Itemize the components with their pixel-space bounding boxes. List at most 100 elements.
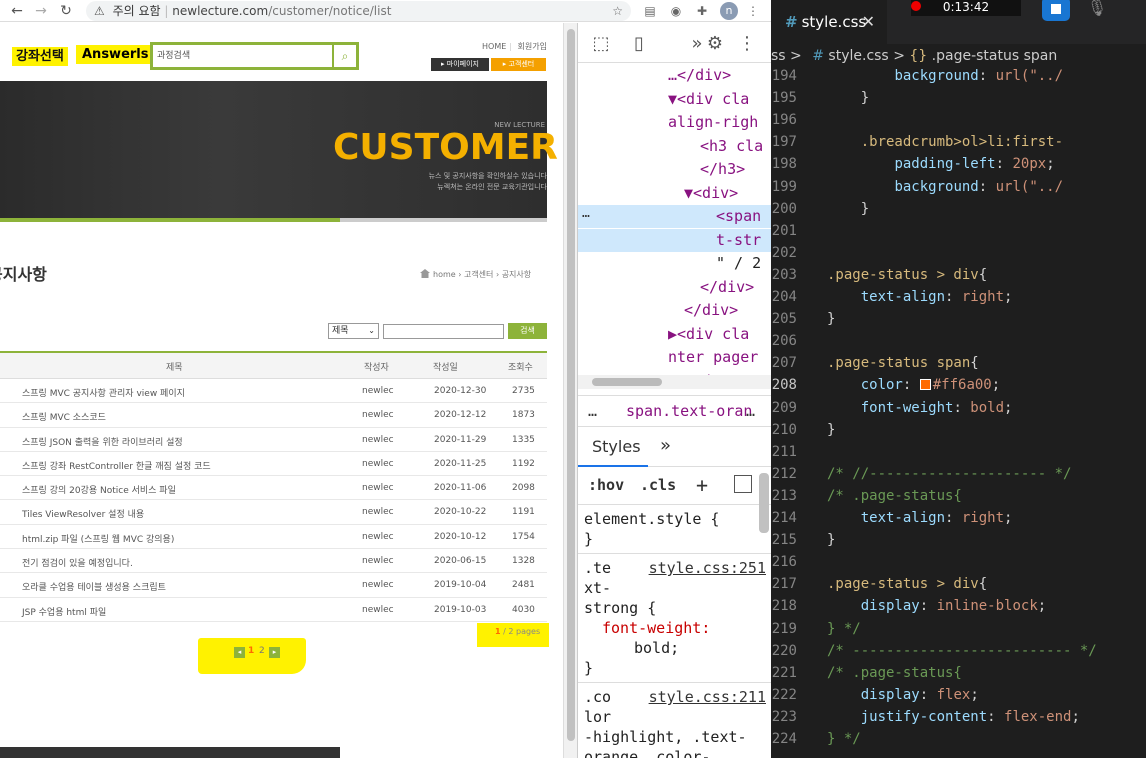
- source-link[interactable]: style.css:251: [649, 558, 766, 578]
- search-query-input[interactable]: [383, 324, 504, 339]
- dom-node-line[interactable]: </h3>: [578, 158, 771, 181]
- page-scrollbar-thumb[interactable]: [567, 29, 575, 741]
- hov-toggle[interactable]: :hov: [588, 467, 624, 503]
- home-link[interactable]: HOME: [482, 42, 506, 51]
- search-icon[interactable]: ⌕: [332, 45, 356, 67]
- styles-scrollbar[interactable]: [759, 473, 769, 533]
- dom-node-line[interactable]: </div>: [578, 299, 771, 322]
- table-row[interactable]: 스프링 MVC 공지사항 관리자 view 페이지 newlec 2020-12-3…: [0, 379, 547, 404]
- code-line[interactable]: /* .page-status{: [827, 665, 962, 681]
- row-title[interactable]: html.zip 파일 (스프링 웹 MVC 강의용): [22, 532, 174, 545]
- customer-center-button[interactable]: ▸ 고객센터: [491, 58, 546, 71]
- source-link[interactable]: style.css:211: [649, 687, 766, 707]
- table-row[interactable]: 전기 점검이 있을 예정입니다. newlec 2020-06-15 1328: [0, 549, 547, 574]
- table-row[interactable]: Tiles ViewResolver 설정 내용 newlec 2020-10-22…: [0, 500, 547, 525]
- code-line[interactable]: text-align: right;: [827, 289, 1013, 305]
- code-line[interactable]: } */: [827, 731, 861, 747]
- device-toggle-icon[interactable]: ▯: [628, 33, 650, 55]
- bookmark-star-icon[interactable]: ☆: [612, 1, 623, 21]
- code-line[interactable]: .page-status > div{: [827, 267, 987, 283]
- code-line[interactable]: /* //--------------------- */: [827, 466, 1071, 482]
- dom-node-line[interactable]: " / 2: [578, 252, 771, 275]
- table-row[interactable]: 스프링 MVC 소스코드 newlec 2020-12-12 1873: [0, 403, 547, 428]
- reload-icon[interactable]: ↻: [57, 2, 75, 20]
- row-title[interactable]: 스프링 강의 20강용 Notice 서비스 파일: [22, 483, 176, 496]
- back-arrow-icon[interactable]: ←: [8, 2, 26, 20]
- crumb-more-left[interactable]: …: [588, 396, 597, 426]
- close-icon[interactable]: ✕: [862, 0, 875, 44]
- code-line[interactable]: display: flex;: [827, 687, 979, 703]
- search-button[interactable]: 검색: [508, 323, 547, 339]
- code-line[interactable]: /* .page-status{: [827, 488, 962, 504]
- code-line[interactable]: font-weight: bold;: [827, 400, 1013, 416]
- row-title[interactable]: Tiles ViewResolver 설정 내용: [22, 507, 144, 520]
- course-search-input[interactable]: 과정검색: [157, 48, 190, 61]
- bread-symbol[interactable]: .page-status span: [932, 48, 1058, 64]
- table-row[interactable]: html.zip 파일 (스프링 웹 MVC 강의용) newlec 2020-10…: [0, 525, 547, 550]
- inspect-element-icon[interactable]: ⬚: [590, 33, 612, 55]
- elements-hscroll[interactable]: [578, 375, 771, 389]
- code-line[interactable]: justify-content: flex-end;: [827, 709, 1080, 725]
- row-title[interactable]: JSP 수업용 html 파일: [22, 605, 106, 618]
- code-line[interactable]: /* -------------------------- */: [827, 643, 1097, 659]
- row-title[interactable]: 스프링 MVC 소스코드: [22, 410, 106, 423]
- tab-style-css[interactable]: # style.css ✕: [771, 0, 887, 44]
- code-line[interactable]: background: url("../: [827, 68, 1063, 84]
- node-actions-dots[interactable]: …: [582, 206, 590, 221]
- cls-toggle[interactable]: .cls: [640, 467, 676, 503]
- crumb-more-right[interactable]: …: [746, 396, 755, 426]
- code-line[interactable]: }: [827, 311, 835, 327]
- table-row[interactable]: 스프링 강의 20강용 Notice 서비스 파일 newlec 2020-11-0…: [0, 476, 547, 501]
- menu-dots-icon[interactable]: ⋮: [745, 3, 761, 19]
- forward-arrow-icon[interactable]: →: [32, 2, 50, 20]
- pager-prev-icon[interactable]: ◂: [234, 647, 245, 658]
- code-line[interactable]: color: #ff6a00;: [827, 377, 1000, 393]
- page-scrollbar[interactable]: [563, 23, 577, 758]
- table-row[interactable]: 오라클 수업용 테이블 생성용 스크립트 newlec 2019-10-04 2481: [0, 573, 547, 598]
- dom-node-line[interactable]: </div>: [578, 276, 771, 299]
- code-line[interactable]: }: [827, 201, 869, 217]
- dom-node-line[interactable]: ▼<div cla: [578, 88, 771, 111]
- code-line[interactable]: .breadcrumb>ol>li:first-: [827, 134, 1063, 150]
- pager-page-2[interactable]: 2: [259, 646, 265, 656]
- color-swatch[interactable]: [919, 379, 931, 391]
- extension-icon[interactable]: ◉: [668, 3, 684, 19]
- dom-node-line[interactable]: ▶<div cla: [578, 323, 771, 346]
- puzzle-icon[interactable]: ✚: [694, 3, 710, 19]
- table-row[interactable]: JSP 수업용 html 파일 newlec 2019-10-03 4030: [0, 598, 547, 622]
- code-line[interactable]: padding-left: 20px;: [827, 156, 1054, 172]
- code-line[interactable]: }: [827, 90, 869, 106]
- code-line[interactable]: .page-status span{: [827, 355, 979, 371]
- row-title[interactable]: 스프링 강좌 RestController 한글 깨짐 설정 코드: [22, 459, 211, 472]
- mypage-button[interactable]: ▸ 마이페이지: [431, 58, 489, 71]
- tab-more[interactable]: »: [660, 435, 671, 456]
- new-rule-plus[interactable]: +: [696, 467, 708, 503]
- pager-page-1[interactable]: 1: [248, 646, 254, 656]
- brand-answers[interactable]: Answerls: [76, 45, 155, 64]
- code-line[interactable]: background: url("../: [827, 179, 1063, 195]
- mic-muted-icon[interactable]: 🎙: [1086, 0, 1108, 20]
- code-line[interactable]: }: [827, 532, 835, 548]
- search-field-select[interactable]: 제목 ⌄: [328, 323, 379, 339]
- code-line[interactable]: } */: [827, 621, 861, 637]
- table-row[interactable]: 스프링 JSON 출력을 위한 라이브러리 설정 newlec 2020-11-29…: [0, 428, 547, 452]
- profile-avatar[interactable]: n: [720, 2, 738, 20]
- dom-node-line[interactable]: ▼<div>: [578, 182, 771, 205]
- bread-file[interactable]: style.css: [828, 48, 888, 64]
- code-line[interactable]: .page-status > div{: [827, 576, 987, 592]
- code-area[interactable]: 194 background: url("../ 195 } 196 197 .bre…: [771, 68, 1146, 758]
- menu-dots-icon[interactable]: ⋮: [736, 33, 758, 55]
- brand-course-select[interactable]: 강좌선택: [12, 45, 68, 67]
- extension-icon[interactable]: ▤: [642, 3, 658, 19]
- crumb-current[interactable]: span.text-oran: [626, 396, 752, 426]
- row-title[interactable]: 스프링 MVC 공지사항 관리자 view 페이지: [22, 386, 185, 399]
- row-title[interactable]: 오라클 수업용 테이블 생성용 스크립트: [22, 580, 166, 593]
- row-title[interactable]: 전기 점검이 있을 예정입니다.: [22, 556, 133, 569]
- table-row[interactable]: 스프링 강좌 RestController 한글 깨짐 설정 코드 newlec 2…: [0, 452, 547, 477]
- row-title[interactable]: 스프링 JSON 출력을 위한 라이브러리 설정: [22, 435, 183, 448]
- code-line[interactable]: }: [827, 422, 835, 438]
- pager-next-icon[interactable]: ▸: [269, 647, 280, 658]
- join-link[interactable]: 회원가입: [518, 42, 547, 51]
- tab-styles[interactable]: Styles: [578, 427, 648, 467]
- dom-node-line[interactable]: …</div>: [578, 64, 771, 87]
